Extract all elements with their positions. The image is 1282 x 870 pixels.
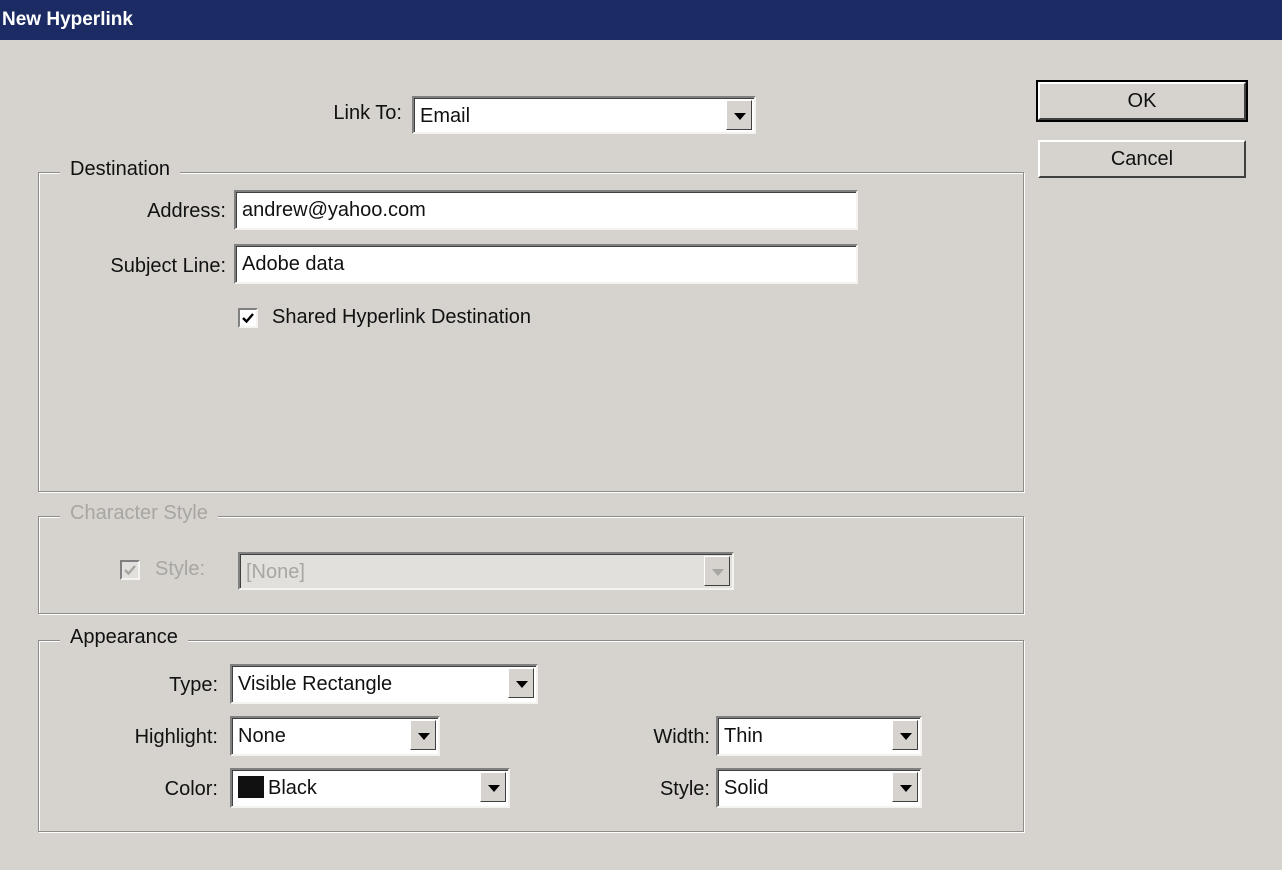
character-style-dropdown-button[interactable] xyxy=(704,556,730,586)
highlight-value: None xyxy=(238,725,286,747)
destination-legend: Destination xyxy=(60,158,181,181)
ok-button[interactable]: OK xyxy=(1036,80,1248,122)
address-input[interactable]: andrew@yahoo.com xyxy=(234,190,858,230)
subject-line-input[interactable]: Adobe data xyxy=(234,244,858,284)
width-value: Thin xyxy=(724,725,763,747)
checkmark-icon xyxy=(124,565,136,576)
character-style-value: [None] xyxy=(246,561,305,583)
shared-destination-checkbox[interactable] xyxy=(238,308,258,328)
link-to-dropdown[interactable]: Email xyxy=(412,96,756,134)
chevron-down-icon xyxy=(900,733,912,740)
address-label: Address: xyxy=(147,200,226,222)
chevron-down-icon xyxy=(418,733,430,740)
highlight-label: Highlight: xyxy=(134,726,218,748)
highlight-dropdown-button[interactable] xyxy=(410,720,436,750)
cancel-button[interactable]: Cancel xyxy=(1038,140,1246,178)
chevron-down-icon xyxy=(900,785,912,792)
width-label: Width: xyxy=(653,726,710,748)
color-swatch xyxy=(238,776,264,799)
width-dropdown[interactable]: Thin xyxy=(716,716,922,756)
chevron-down-icon xyxy=(712,569,724,576)
character-style-dropdown[interactable]: [None] xyxy=(238,552,734,590)
highlight-dropdown[interactable]: None xyxy=(230,716,440,756)
color-label: Color: xyxy=(164,778,218,800)
line-style-dropdown[interactable]: Solid xyxy=(716,768,922,808)
chevron-down-icon xyxy=(516,681,528,688)
link-to-label: Link To: xyxy=(333,102,402,124)
color-dropdown-button[interactable] xyxy=(480,772,506,802)
window-title-bar[interactable]: New Hyperlink xyxy=(0,0,1282,40)
shared-destination-label[interactable]: Shared Hyperlink Destination xyxy=(272,306,531,329)
chevron-down-icon xyxy=(734,113,746,120)
line-style-dropdown-button[interactable] xyxy=(892,772,918,802)
character-style-checkbox[interactable] xyxy=(120,560,140,580)
chevron-down-icon xyxy=(488,785,500,792)
checkmark-icon xyxy=(242,313,254,324)
type-dropdown[interactable]: Visible Rectangle xyxy=(230,664,538,704)
appearance-legend: Appearance xyxy=(60,626,188,649)
line-style-value: Solid xyxy=(724,777,769,799)
color-dropdown[interactable]: Black xyxy=(230,768,510,808)
link-to-dropdown-button[interactable] xyxy=(726,100,752,130)
subject-line-label: Subject Line: xyxy=(110,255,226,277)
line-style-label: Style: xyxy=(659,778,710,800)
color-value: Black xyxy=(268,777,317,799)
type-dropdown-button[interactable] xyxy=(508,668,534,698)
type-value: Visible Rectangle xyxy=(238,673,393,695)
window-title: New Hyperlink xyxy=(2,9,133,30)
type-label: Type: xyxy=(169,674,218,696)
character-style-label: Style: xyxy=(155,558,206,580)
character-style-legend: Character Style xyxy=(60,502,218,525)
width-dropdown-button[interactable] xyxy=(892,720,918,750)
link-to-value: Email xyxy=(420,105,471,127)
dialog-body: Link To: Email OK Cancel Destination Add… xyxy=(0,40,1282,870)
